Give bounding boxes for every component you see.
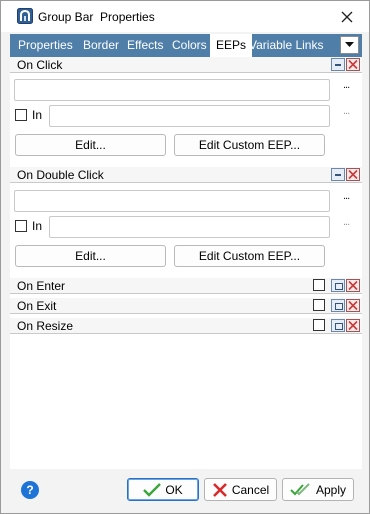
close-icon <box>341 11 353 22</box>
cancel-label: Cancel <box>231 482 270 497</box>
title-bar: Group Bar Properties <box>1 1 369 32</box>
apply-label: Apply <box>315 482 347 497</box>
section-header-on-resize: On Resize <box>10 318 362 334</box>
tab-border[interactable]: Border <box>83 34 119 57</box>
on-click-in-label: In <box>32 108 43 122</box>
section-header-on-exit: On Exit <box>10 298 362 314</box>
empty-panel-area <box>10 395 362 469</box>
remove-icon[interactable] <box>346 168 360 181</box>
group-bar-app-icon <box>17 8 33 24</box>
tab-effects[interactable]: Effects <box>127 34 163 57</box>
on-click-expression-field[interactable] <box>14 79 330 101</box>
on-double-click-edit-button[interactable]: Edit... <box>15 245 166 267</box>
on-double-click-in-checkbox[interactable] <box>15 220 27 232</box>
on-double-click-in-field[interactable] <box>49 216 330 238</box>
apply-button[interactable]: Apply <box>282 478 354 501</box>
on-enter-checkbox[interactable] <box>313 279 325 291</box>
chevron-down-icon <box>345 42 354 47</box>
tab-eeps[interactable]: EEPs <box>210 34 253 57</box>
on-exit-checkbox[interactable] <box>313 299 325 311</box>
on-click-in-field[interactable] <box>49 105 330 127</box>
ok-label: OK <box>165 482 183 497</box>
cancel-button[interactable]: Cancel <box>204 478 277 501</box>
collapse-icon[interactable] <box>331 58 345 71</box>
section-label: On Double Click <box>17 168 104 182</box>
remove-icon[interactable] <box>346 279 360 292</box>
on-click-edit-custom-eep-button[interactable]: Edit Custom EEP... <box>174 134 325 156</box>
on-click-in-browse-button[interactable]: ... <box>343 105 350 117</box>
collapse-icon[interactable] <box>331 168 345 181</box>
remove-icon[interactable] <box>346 299 360 312</box>
check-icon <box>143 482 162 497</box>
section-label: On Exit <box>17 299 57 313</box>
edit-icon[interactable] <box>331 319 345 332</box>
remove-icon[interactable] <box>346 58 360 71</box>
tab-properties[interactable]: Properties <box>18 34 73 57</box>
on-resize-checkbox[interactable] <box>313 319 325 331</box>
double-check-icon <box>290 482 310 495</box>
on-click-in-checkbox[interactable] <box>15 109 27 121</box>
on-click-edit-button[interactable]: Edit... <box>15 134 166 156</box>
on-click-expression-browse-button[interactable]: ... <box>343 79 350 91</box>
edit-icon[interactable] <box>331 279 345 292</box>
tab-menu-button[interactable] <box>340 36 359 54</box>
section-label: On Resize <box>17 319 74 333</box>
close-button[interactable] <box>325 1 369 32</box>
ok-button[interactable]: OK <box>127 478 199 501</box>
section-label: On Click <box>17 58 63 72</box>
tab-variable-links[interactable]: Variable Links <box>249 34 323 57</box>
remove-icon[interactable] <box>346 319 360 332</box>
on-double-click-in-browse-button[interactable]: ... <box>343 216 350 228</box>
on-double-click-expression-field[interactable] <box>14 190 330 212</box>
on-double-click-edit-custom-eep-button[interactable]: Edit Custom EEP... <box>174 245 325 267</box>
section-header-on-double-click: On Double Click <box>10 167 362 183</box>
on-double-click-expression-browse-button[interactable]: ... <box>343 190 350 202</box>
help-icon[interactable]: ? <box>21 481 39 499</box>
section-header-on-click: On Click <box>10 57 362 73</box>
section-header-on-enter: On Enter <box>10 278 362 294</box>
tab-colors[interactable]: Colors <box>172 34 207 57</box>
tab-strip: Properties Border Effects Colors EEPs Va… <box>10 34 362 57</box>
x-icon <box>212 482 227 497</box>
eeps-panel: On Click ... In ... Edit... Edit Custom … <box>10 57 362 469</box>
on-double-click-in-label: In <box>32 219 43 233</box>
edit-icon[interactable] <box>331 299 345 312</box>
properties-dialog: Group Bar Properties Properties Border E… <box>0 0 370 514</box>
section-label: On Enter <box>17 279 66 293</box>
window-title: Group Bar Properties <box>38 10 155 24</box>
